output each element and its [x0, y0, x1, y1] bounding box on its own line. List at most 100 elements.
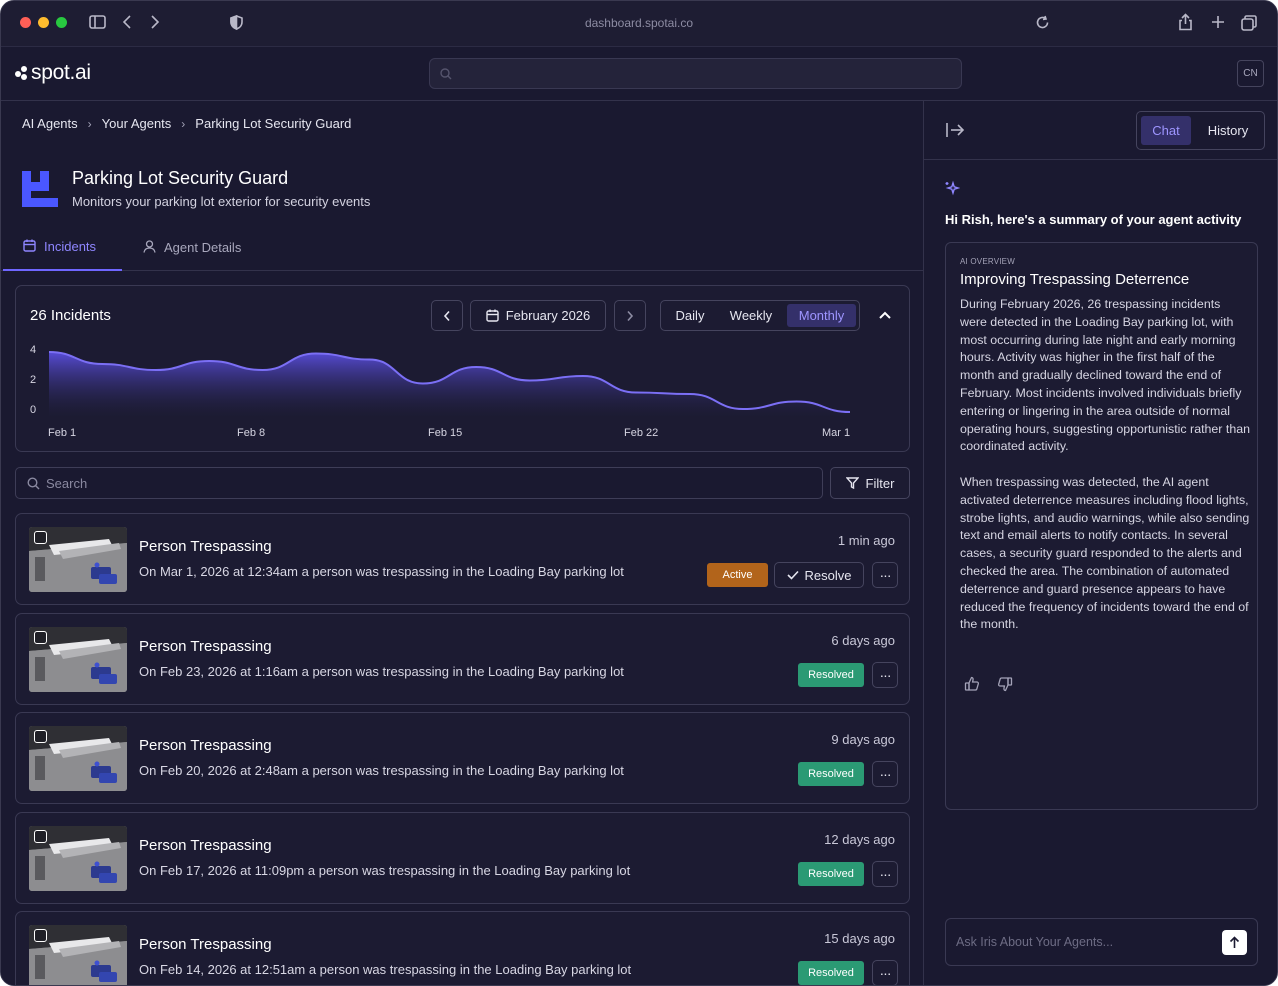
browser-toolbar: dashboard.spotai.co: [1, 1, 1277, 47]
chevron-right-icon: ›: [181, 116, 186, 131]
overview-paragraph: During February 2026, 26 trespassing inc…: [960, 297, 1250, 454]
overview-kicker: AI OVERVIEW: [960, 257, 1015, 266]
tab-history[interactable]: History: [1197, 116, 1259, 145]
incident-time: 12 days ago: [824, 831, 895, 847]
incident-row[interactable]: Person Trespassing On Mar 1, 2026 at 12:…: [15, 513, 910, 605]
incidents-chart-card: 26 Incidents February 2026 Daily Weekly …: [15, 285, 910, 452]
new-tab-icon[interactable]: [1211, 15, 1225, 35]
breadcrumb-ai-agents[interactable]: AI Agents: [22, 116, 78, 131]
incident-title: Person Trespassing: [139, 538, 272, 555]
tab-chat[interactable]: Chat: [1141, 116, 1191, 145]
incident-title: Person Trespassing: [139, 737, 272, 754]
check-icon: [786, 570, 799, 580]
row-checkbox[interactable]: [34, 531, 47, 544]
ask-iris-box[interactable]: [945, 918, 1258, 966]
incident-time: 9 days ago: [831, 732, 895, 747]
more-options-button[interactable]: ···: [872, 661, 898, 688]
incident-time: 15 days ago: [824, 931, 895, 946]
send-button[interactable]: [1222, 930, 1247, 955]
tab-agent-details-label: Agent Details: [164, 240, 242, 255]
incident-description: On Feb 23, 2026 at 1:16am a person was t…: [139, 663, 624, 679]
agent-title: Parking Lot Security Guard: [72, 168, 289, 188]
incident-row[interactable]: Person Trespassing On Feb 17, 2026 at 11…: [15, 811, 910, 904]
more-options-button[interactable]: ···: [872, 960, 898, 985]
tab-agent-details[interactable]: Agent Details: [143, 224, 241, 271]
status-badge: Resolved: [798, 662, 864, 687]
spotai-logo[interactable]: spot.ai: [15, 61, 91, 85]
overview-title: Improving Trespassing Deterrence: [960, 271, 1190, 288]
y-tick-label: 0: [30, 404, 36, 416]
breadcrumb-current: Parking Lot Security Guard: [195, 116, 352, 131]
incident-time: 6 days ago: [831, 632, 895, 648]
ask-input[interactable]: [956, 919, 1211, 965]
row-checkbox[interactable]: [34, 829, 47, 843]
x-tick-label: Feb 8: [237, 427, 265, 439]
filter-icon: [845, 477, 859, 489]
global-search[interactable]: [429, 58, 962, 89]
address-bar[interactable]: dashboard.spotai.co: [1, 16, 1277, 30]
overview-paragraph: When trespassing was detected, the AI ag…: [960, 474, 1250, 632]
incident-search[interactable]: [15, 467, 823, 499]
status-badge: Resolved: [798, 861, 864, 886]
incident-description: On Feb 20, 2026 at 2:48am a person was t…: [139, 763, 624, 778]
more-options-button[interactable]: ···: [872, 860, 898, 887]
x-tick-label: Feb 22: [624, 427, 658, 439]
main-panel: AI Agents › Your Agents › Parking Lot Se…: [1, 101, 923, 985]
calendar-icon: [23, 239, 36, 255]
incident-title: Person Trespassing: [139, 836, 272, 854]
tab-overview-icon[interactable]: [1241, 15, 1257, 37]
incident-row[interactable]: Person Trespassing On Feb 23, 2026 at 1:…: [15, 612, 910, 705]
filter-button[interactable]: Filter: [830, 467, 910, 499]
row-checkbox[interactable]: [34, 929, 47, 942]
agent-description: Monitors your parking lot exterior for s…: [72, 194, 371, 209]
more-options-button[interactable]: ···: [872, 562, 898, 588]
y-tick-label: 4: [30, 344, 36, 356]
arrow-up-icon: [1229, 936, 1240, 948]
search-input[interactable]: [46, 468, 806, 498]
thumbs-up-icon[interactable]: [964, 676, 980, 697]
app-window: dashboard.spotai.co spot.ai CN AI Agents…: [0, 0, 1278, 986]
incident-time: 1 min ago: [837, 533, 895, 548]
reload-icon[interactable]: [1035, 15, 1050, 36]
sparkle-icon: [944, 180, 961, 201]
x-tick-label: Feb 1: [48, 427, 76, 439]
x-tick-label: Feb 15: [428, 427, 462, 439]
thumbs-down-icon[interactable]: [997, 676, 1013, 697]
assistant-panel: Chat History Hi Rish, here's a summary o…: [924, 101, 1277, 985]
chevron-right-icon: ›: [87, 116, 92, 131]
incident-description: On Feb 17, 2026 at 11:09pm a person was …: [139, 862, 631, 878]
incident-title: Person Trespassing: [139, 637, 272, 655]
resolve-label: Resolve: [804, 567, 852, 583]
search-icon: [440, 67, 452, 85]
user-avatar[interactable]: CN: [1237, 60, 1264, 87]
overview-body: During February 2026, 26 trespassing inc…: [960, 296, 1250, 634]
incident-description: On Mar 1, 2026 at 12:34am a person was t…: [139, 564, 624, 579]
y-tick-label: 2: [30, 374, 36, 386]
assistant-tabs: Chat History: [1136, 111, 1265, 150]
logo-text: spot.ai: [31, 61, 91, 84]
agent-tabs: Incidents Agent Details: [1, 224, 923, 271]
search-icon: [27, 477, 40, 495]
x-tick-label: Mar 1: [822, 427, 850, 439]
resolve-button[interactable]: Resolve: [774, 562, 864, 588]
agent-icon: [22, 171, 58, 207]
incident-row[interactable]: Person Trespassing On Feb 14, 2026 at 12…: [15, 911, 910, 985]
row-checkbox[interactable]: [34, 630, 47, 644]
more-options-button[interactable]: ···: [872, 761, 898, 787]
tab-incidents-label: Incidents: [44, 239, 97, 254]
assistant-panel-header: Chat History: [924, 101, 1277, 160]
assistant-greeting: Hi Rish, here's a summary of your agent …: [945, 212, 1242, 227]
status-badge: Resolved: [798, 961, 864, 985]
status-badge: Resolved: [798, 762, 864, 786]
share-icon[interactable]: [1178, 13, 1193, 37]
incident-row[interactable]: Person Trespassing On Feb 20, 2026 at 2:…: [15, 712, 910, 804]
status-badge: Active: [707, 563, 768, 587]
incident-description: On Feb 14, 2026 at 12:51am a person was …: [139, 962, 632, 977]
tab-incidents[interactable]: Incidents: [3, 224, 122, 271]
app-header: spot.ai CN: [1, 47, 1277, 101]
filter-label: Filter: [865, 475, 895, 491]
breadcrumb-your-agents[interactable]: Your Agents: [102, 116, 172, 131]
row-checkbox[interactable]: [34, 730, 47, 743]
collapse-panel-icon[interactable]: [946, 122, 965, 143]
breadcrumb: AI Agents › Your Agents › Parking Lot Se…: [22, 116, 351, 131]
